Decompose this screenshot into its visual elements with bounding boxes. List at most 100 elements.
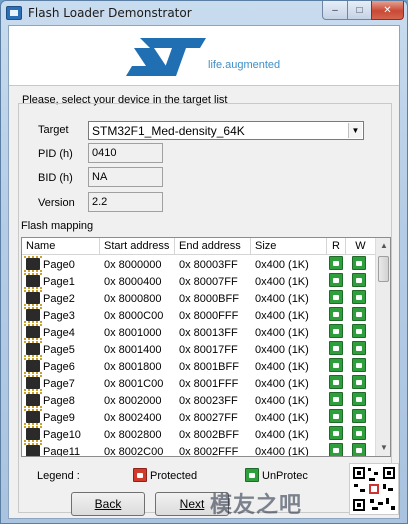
end-address-cell-text: 0x 8002FFF (179, 445, 239, 457)
table-row[interactable]: Page10 0x 8002800 0x 8002BFF 0x400 (1K) (22, 426, 375, 443)
read-permission-cell[interactable] (327, 273, 346, 290)
unlocked-icon[interactable] (352, 341, 366, 355)
target-select[interactable]: STM32F1_Med-density_64K ▼ (88, 121, 364, 140)
start-address-cell-text: 0x 8000400 (104, 275, 162, 288)
table-scrollbar[interactable]: ▲ ▼ (375, 238, 390, 456)
unlocked-icon[interactable] (352, 256, 366, 270)
end-address-cell-text: 0x 80027FF (179, 411, 238, 424)
read-permission-cell[interactable] (327, 358, 346, 375)
write-permission-cell[interactable] (346, 409, 375, 426)
unlocked-icon[interactable] (352, 324, 366, 338)
unlocked-icon[interactable] (329, 307, 343, 321)
end-address-cell-text: 0x 80017FF (179, 343, 238, 356)
table-row[interactable]: Page1 0x 8000400 0x 80007FF 0x400 (1K) (22, 273, 375, 290)
read-permission-cell[interactable] (327, 341, 346, 358)
maximize-button[interactable]: □ (347, 1, 372, 20)
start-address-cell: 0x 8002400 (100, 412, 175, 424)
unlocked-icon[interactable] (352, 375, 366, 389)
unlocked-icon[interactable] (352, 392, 366, 406)
chip-icon (24, 409, 42, 425)
unlocked-icon[interactable] (352, 290, 366, 304)
flash-mapping-table[interactable]: Name Start address End address Size R W … (21, 237, 391, 457)
back-button[interactable]: Back (71, 492, 145, 516)
read-permission-cell[interactable] (327, 426, 346, 443)
write-permission-cell[interactable] (346, 341, 375, 358)
unlocked-icon[interactable] (352, 273, 366, 287)
minimize-button[interactable]: – (322, 1, 348, 20)
unlocked-icon[interactable] (329, 443, 343, 456)
write-permission-cell[interactable] (346, 273, 375, 290)
unlocked-icon[interactable] (329, 324, 343, 338)
unlocked-icon[interactable] (352, 358, 366, 372)
table-body: Page0 0x 8000000 0x 80003FF 0x400 (1K) Page1… (22, 256, 375, 457)
column-header-size[interactable]: Size (251, 238, 327, 255)
scroll-down-icon[interactable]: ▼ (376, 440, 390, 456)
scroll-up-icon[interactable]: ▲ (376, 238, 390, 254)
page-name-cell-text: Page4 (43, 327, 75, 339)
table-row[interactable]: Page4 0x 8001000 0x 80013FF 0x400 (1K) (22, 324, 375, 341)
write-permission-cell[interactable] (346, 426, 375, 443)
write-permission-cell[interactable] (346, 375, 375, 392)
end-address-cell-text: 0x 8001FFF (179, 377, 239, 390)
end-address-cell: 0x 80023FF (175, 395, 251, 407)
page-name-cell-text: Page6 (43, 361, 75, 373)
read-permission-cell[interactable] (327, 307, 346, 324)
unlocked-icon[interactable] (329, 290, 343, 304)
size-cell-text: 0x400 (1K) (255, 309, 309, 322)
read-permission-cell[interactable] (327, 392, 346, 409)
table-row[interactable]: Page6 0x 8001800 0x 8001BFF 0x400 (1K) (22, 358, 375, 375)
unlocked-icon[interactable] (329, 392, 343, 406)
write-permission-cell[interactable] (346, 307, 375, 324)
close-button[interactable]: ✕ (371, 1, 404, 20)
end-address-cell: 0x 8000BFF (175, 293, 251, 305)
write-permission-cell[interactable] (346, 358, 375, 375)
write-permission-cell[interactable] (346, 443, 375, 456)
column-header-start[interactable]: Start address (100, 238, 175, 255)
write-permission-cell[interactable] (346, 256, 375, 273)
chevron-down-icon[interactable]: ▼ (348, 123, 362, 138)
unlocked-icon[interactable] (329, 341, 343, 355)
unlocked-icon[interactable] (329, 426, 343, 440)
read-permission-cell[interactable] (327, 375, 346, 392)
read-permission-cell[interactable] (327, 409, 346, 426)
write-permission-cell[interactable] (346, 290, 375, 307)
table-row[interactable]: Page11 0x 8002C00 0x 8002FFF 0x400 (1K) (22, 443, 375, 457)
table-row[interactable]: Page3 0x 8000C00 0x 8000FFF 0x400 (1K) (22, 307, 375, 324)
table-row[interactable]: Page5 0x 8001400 0x 80017FF 0x400 (1K) (22, 341, 375, 358)
unlocked-icon[interactable] (329, 358, 343, 372)
table-row[interactable]: Page2 0x 8000800 0x 8000BFF 0x400 (1K) (22, 290, 375, 307)
read-permission-cell[interactable] (327, 443, 346, 456)
column-header-name[interactable]: Name (22, 238, 100, 255)
end-address-cell: 0x 80017FF (175, 344, 251, 356)
title-bar[interactable]: Flash Loader Demonstrator – □ ✕ (1, 1, 407, 25)
read-permission-cell[interactable] (327, 324, 346, 341)
read-permission-cell[interactable] (327, 256, 346, 273)
start-address-cell: 0x 8001000 (100, 327, 175, 339)
unlocked-icon[interactable] (329, 273, 343, 287)
column-header-write[interactable]: W (346, 238, 375, 255)
size-cell-text: 0x400 (1K) (255, 258, 309, 271)
column-header-end[interactable]: End address (175, 238, 251, 255)
page-name-cell-text: Page10 (43, 429, 81, 441)
table-row[interactable]: Page9 0x 8002400 0x 80027FF 0x400 (1K) (22, 409, 375, 426)
column-header-read[interactable]: R (327, 238, 346, 255)
unlocked-icon[interactable] (329, 409, 343, 423)
read-permission-cell[interactable] (327, 290, 346, 307)
page-name-cell-text: Page3 (43, 310, 75, 322)
write-permission-cell[interactable] (346, 392, 375, 409)
table-row[interactable]: Page8 0x 8002000 0x 80023FF 0x400 (1K) (22, 392, 375, 409)
table-row[interactable]: Page7 0x 8001C00 0x 8001FFF 0x400 (1K) (22, 375, 375, 392)
unlocked-icon[interactable] (329, 256, 343, 270)
table-row[interactable]: Page0 0x 8000000 0x 80003FF 0x400 (1K) (22, 256, 375, 273)
scroll-thumb[interactable] (378, 256, 389, 282)
page-name-cell-text: Page0 (43, 259, 75, 271)
legend-protected: Protected (150, 470, 198, 482)
write-permission-cell[interactable] (346, 324, 375, 341)
unlocked-icon[interactable] (329, 375, 343, 389)
size-cell: 0x400 (1K) (251, 361, 327, 373)
unlocked-icon[interactable] (352, 409, 366, 423)
size-cell: 0x400 (1K) (251, 412, 327, 424)
unlocked-icon[interactable] (352, 426, 366, 440)
unlocked-icon[interactable] (352, 307, 366, 321)
unlocked-icon[interactable] (352, 443, 366, 456)
